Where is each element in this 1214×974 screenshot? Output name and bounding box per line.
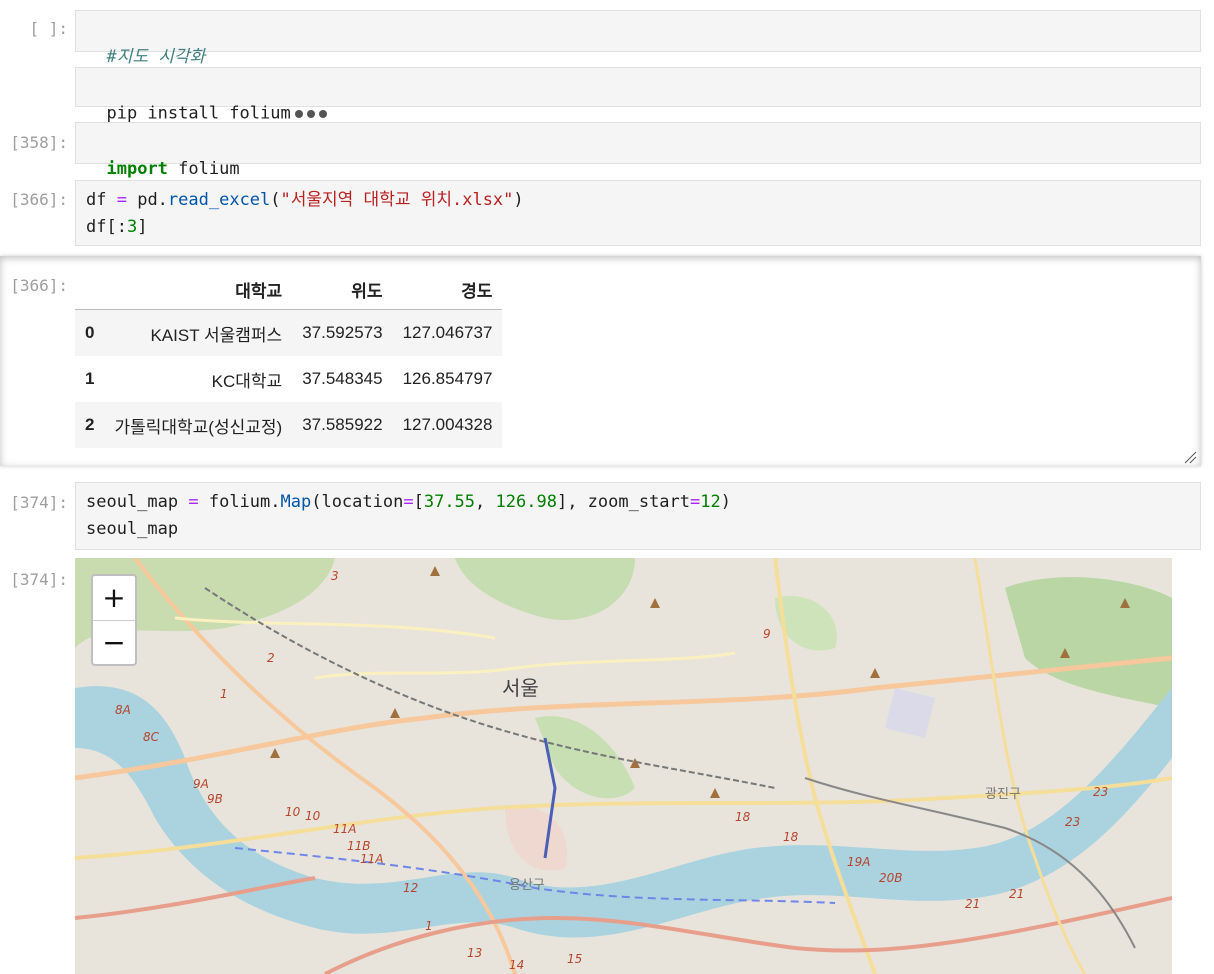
map-route-number: 10: [285, 805, 301, 819]
map-route-number: 8A: [115, 703, 131, 717]
map-route-number: 10: [305, 809, 321, 823]
map-route-number: 18: [735, 810, 751, 824]
table-cell: KAIST 서울캠퍼스: [150, 325, 283, 345]
map-route-number: 1: [425, 919, 433, 933]
zoom-out-button[interactable]: −: [93, 621, 135, 665]
map-route-number: 1: [220, 687, 228, 701]
table-row: 0 KAIST 서울캠퍼스 37.592573 127.046737: [75, 309, 503, 356]
code-text: folium: [167, 159, 240, 179]
code-comment: #지도 시각화: [106, 47, 206, 67]
code-operator: =: [106, 190, 138, 210]
output-prompt: [374]:: [10, 570, 68, 589]
code-text: ]: [556, 492, 568, 512]
map-route-number: 8C: [143, 730, 160, 744]
map-label-city: 서울: [502, 676, 539, 700]
code-number: 126.98: [495, 492, 557, 512]
code-text: pd.: [137, 190, 168, 210]
code-cell[interactable]: df = pd.read_excel("서울지역 대학교 위치.xlsx") d…: [75, 180, 1201, 246]
map-route-number: 21: [965, 897, 980, 911]
output-prompt: [366]:: [10, 276, 68, 295]
map-route-number: 13: [467, 946, 482, 960]
table-header: 경도: [392, 269, 503, 310]
table-row: 1 KC대학교 37.548345 126.854797: [75, 356, 502, 402]
map-route-number: 18: [783, 830, 799, 844]
map-route-number: 15: [567, 952, 582, 966]
map-route-number: 12: [403, 881, 418, 895]
table-cell: 127.004328: [402, 415, 493, 434]
table-header: 위도: [292, 269, 393, 310]
map-route-number: 2: [267, 651, 275, 665]
map-route-number: 9B: [207, 792, 223, 806]
code-cell[interactable]: import folium: [75, 122, 1201, 179]
map-route-number: 19A: [847, 855, 870, 869]
table-cell: 가톨릭대학교(성신교정): [114, 417, 283, 437]
cell-prompt: [366]:: [10, 190, 68, 209]
cell-prompt: [374]:: [10, 493, 68, 512]
map-route-number: 11A: [333, 822, 356, 836]
map-route-number: 23: [1093, 785, 1108, 799]
code-text: ,: [475, 492, 496, 512]
code-cell[interactable]: pip install folium: [75, 67, 1201, 124]
dataframe-table: 대학교 위도 경도 0 KAIST 서울캠퍼스 37.592573 127.04…: [75, 269, 503, 448]
table-cell: 37.592573: [302, 323, 383, 342]
map-route-number: 9A: [193, 777, 209, 791]
table-row: 2 가톨릭대학교(성신교정) 37.585922 127.004328: [75, 402, 503, 448]
map-route-number: 23: [1065, 815, 1080, 829]
code-text: df: [86, 217, 107, 237]
map-label-district: 용산구: [509, 878, 545, 893]
folium-map[interactable]: 3 2 1 8A 8C 9A 9B 10 10 11A 11B 11A 12 13 14 15 9 18 18 19A…: [75, 558, 1172, 974]
code-number: 3: [126, 217, 138, 237]
code-operator: =: [690, 492, 701, 512]
code-text: [:: [106, 217, 127, 237]
code-text: [: [413, 492, 424, 512]
code-text: pip install folium: [106, 103, 291, 124]
code-number: 12: [700, 492, 721, 512]
code-keyword: import: [106, 159, 168, 179]
map-tiles[interactable]: 3218A8C9A9B10 1011A11B11A121314 159181819A…: [75, 558, 1172, 974]
code-text: folium.: [208, 492, 281, 512]
code-text: seoul_map: [86, 492, 179, 512]
map-route-number: 20B: [879, 871, 903, 885]
table-cell: 126.854797: [402, 369, 493, 388]
resize-handle-icon[interactable]: [1183, 450, 1197, 464]
table-cell: KC대학교: [211, 371, 283, 391]
map-route-number: 21: [1009, 887, 1024, 901]
map-route-number: 3: [331, 569, 339, 583]
code-number: 37.55: [423, 492, 476, 512]
code-text: ]: [137, 217, 148, 237]
cell-prompt: [358]:: [10, 133, 68, 152]
row-index: 2: [85, 415, 95, 434]
code-text: (: [270, 190, 281, 210]
map-route-number: 14: [509, 958, 524, 972]
output-area[interactable]: [366]: 대학교 위도 경도 0 KAIST 서울캠퍼스 37.592573…: [0, 256, 1201, 466]
map-route-number: 11A: [360, 852, 383, 866]
code-text: df: [86, 190, 107, 210]
code-text: seoul_map: [86, 519, 179, 539]
zoom-in-button[interactable]: +: [93, 576, 135, 621]
code-operator: =: [178, 492, 209, 512]
code-cell[interactable]: seoul_map = folium.Map(location=[37.55, …: [75, 482, 1201, 550]
map-route-number: 11B: [347, 839, 371, 853]
table-header-index: [75, 269, 105, 310]
code-cell[interactable]: #지도 시각화: [75, 10, 1201, 67]
row-index: 1: [85, 369, 95, 388]
table-header: 대학교: [104, 269, 293, 310]
map-label-district: 광진구: [985, 787, 1021, 802]
table-cell: 37.548345: [302, 369, 383, 388]
code-string: "서울지역 대학교 위치.xlsx": [280, 190, 514, 210]
map-zoom-control: + −: [91, 574, 137, 666]
cell-prompt: [ ]:: [29, 19, 68, 38]
code-function: Map: [280, 492, 312, 512]
code-text: , zoom_start: [567, 492, 691, 512]
row-index: 0: [85, 323, 95, 342]
map-route-number: 9: [763, 627, 771, 641]
code-text: ): [720, 492, 731, 512]
code-operator: =: [403, 492, 414, 512]
table-cell: 127.046737: [402, 323, 493, 342]
code-text: (location: [311, 492, 404, 512]
code-text: ): [513, 190, 524, 210]
code-function: read_excel: [167, 190, 271, 210]
table-cell: 37.585922: [302, 415, 383, 434]
